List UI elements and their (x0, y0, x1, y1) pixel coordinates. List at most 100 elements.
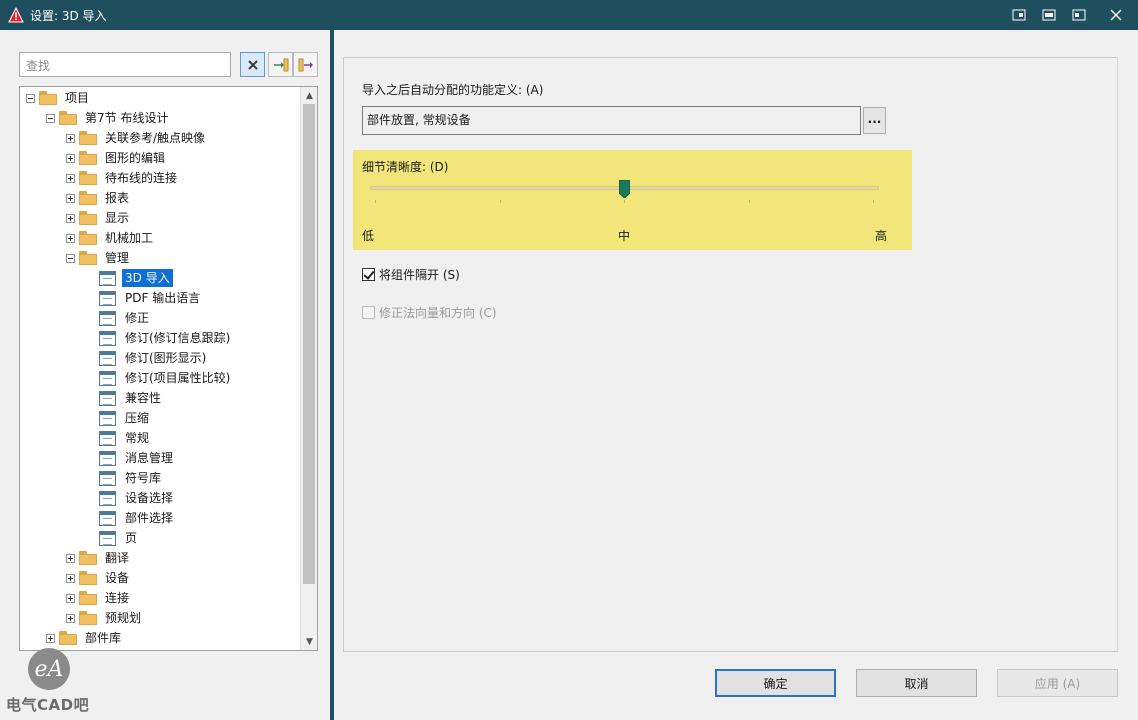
collapse-icon[interactable] (26, 93, 35, 103)
tree-item-label: 3D 导入 (122, 269, 173, 287)
tree-folder-item[interactable]: 设备 (20, 568, 300, 588)
correct-normals-label: 修正法向量和方向 (C) (379, 306, 497, 320)
watermark-text: 电气CAD吧 (6, 696, 90, 714)
tree-item-label: 关联参考/触点映像 (105, 131, 206, 145)
correct-normals-checkbox (362, 306, 375, 319)
separate-components-label: 将组件隔开 (S) (379, 268, 460, 282)
tree-page-item[interactable]: 部件选择 (20, 508, 300, 528)
tree-item-label: 常规 (125, 431, 150, 445)
tree-item-label: 部件库 (85, 631, 122, 645)
tree-folder-item[interactable]: 待布线的连接 (20, 168, 300, 188)
scale-low-label: 低 (362, 229, 375, 243)
restore-icon[interactable] (1004, 0, 1034, 30)
collapse-icon[interactable] (46, 113, 55, 123)
folder-icon (79, 211, 97, 225)
settings-page-icon (99, 370, 116, 386)
settings-group (343, 57, 1118, 652)
scale-mid-label: 中 (618, 229, 631, 243)
separate-components-checkbox[interactable] (362, 268, 375, 281)
expand-icon[interactable] (66, 613, 75, 623)
tree-item-label: 修正 (125, 311, 150, 325)
folder-icon (59, 111, 77, 125)
tree-folder-item[interactable]: 管理 (20, 248, 300, 268)
ok-button[interactable]: 确定 (715, 669, 836, 697)
expand-icon[interactable] (66, 193, 75, 203)
close-icon[interactable] (1094, 0, 1138, 30)
settings-page-icon (99, 510, 116, 526)
detail-level-label: 细节清晰度: (D) (362, 160, 449, 174)
tree-item-label: 修订(修订信息跟踪) (125, 331, 231, 345)
tree-folder-item[interactable]: 报表 (20, 188, 300, 208)
function-definition-field[interactable]: 部件放置, 常规设备 (362, 106, 861, 135)
search-input[interactable]: 查找 (19, 52, 231, 77)
function-definition-label: 导入之后自动分配的功能定义: (A) (362, 83, 544, 97)
minimize-icon[interactable] (1064, 0, 1094, 30)
tree-page-item[interactable]: 压缩 (20, 408, 300, 428)
tree-page-item[interactable]: PDF 输出语言 (20, 288, 300, 308)
tree-item-label: 兼容性 (125, 391, 162, 405)
tree-page-item[interactable]: 符号库 (20, 468, 300, 488)
correct-normals-option: 修正法向量和方向 (C) (362, 304, 497, 321)
tree-page-item[interactable]: 页 (20, 528, 300, 548)
expand-icon[interactable] (66, 153, 75, 163)
tree-page-item[interactable]: 修正 (20, 308, 300, 328)
settings-page-icon (99, 390, 116, 406)
expand-icon[interactable] (66, 233, 75, 243)
browse-button[interactable]: ... (863, 107, 886, 134)
separate-components-option[interactable]: 将组件隔开 (S) (362, 266, 460, 283)
collapse-icon[interactable] (66, 253, 75, 263)
settings-panel: 导入之后自动分配的功能定义: (A) 部件放置, 常规设备 ... 细节清晰度:… (334, 30, 1138, 720)
cancel-button[interactable]: 取消 (856, 669, 977, 697)
expand-icon[interactable] (66, 133, 75, 143)
tree-folder-item[interactable]: 预规划 (20, 608, 300, 628)
tree-page-item[interactable]: 修订(修订信息跟踪) (20, 328, 300, 348)
watermark-logo: eA (28, 648, 70, 690)
tree-folder-item[interactable]: 翻译 (20, 548, 300, 568)
scroll-up-icon[interactable]: ▲ (301, 87, 317, 104)
collapse-all-icon (298, 58, 313, 71)
tree-folder-item[interactable]: 显示 (20, 208, 300, 228)
watermark: eA 电气CAD吧 (6, 648, 96, 720)
tree-page-item[interactable]: 设备选择 (20, 488, 300, 508)
tree-folder-item[interactable]: 项目 (20, 88, 300, 108)
tree-page-item[interactable]: 消息管理 (20, 448, 300, 468)
tree-item-label: 页 (125, 531, 138, 545)
expand-all-button[interactable] (268, 52, 293, 77)
maximize-icon[interactable] (1034, 0, 1064, 30)
expand-icon[interactable] (66, 553, 75, 563)
tree-item-label: 修订(项目属性比较) (125, 371, 231, 385)
tree-page-item[interactable]: 常规 (20, 428, 300, 448)
folder-icon (79, 171, 97, 185)
settings-tree[interactable]: 项目 第7节 布线设计关联参考/触点映像图形的编辑待布线的连接报表 显示 机械加工 管理… (19, 86, 318, 651)
scrollbar-thumb[interactable] (303, 104, 315, 584)
tree-folder-item[interactable]: 部件库 (20, 628, 300, 648)
slider-tick (873, 200, 874, 203)
slider-tick (375, 200, 376, 203)
tree-item-label: 预规划 (105, 611, 142, 625)
tree-scrollbar[interactable]: ▲ ▼ (300, 87, 317, 650)
tree-page-item[interactable]: 3D 导入 (20, 268, 300, 288)
tree-folder-item[interactable]: 图形的编辑 (20, 148, 300, 168)
scroll-down-icon[interactable]: ▼ (301, 633, 317, 650)
warning-triangle-icon (8, 7, 24, 23)
collapse-all-button[interactable] (293, 52, 318, 77)
tree-page-item[interactable]: 修订(项目属性比较) (20, 368, 300, 388)
clear-filter-button[interactable] (240, 52, 265, 77)
expand-all-icon (273, 58, 288, 71)
expand-icon[interactable] (66, 573, 75, 583)
tree-page-item[interactable]: 兼容性 (20, 388, 300, 408)
tree-item-label: 翻译 (105, 551, 130, 565)
tree-item-label: 修订(图形显示) (125, 351, 207, 365)
tree-folder-item[interactable]: 第7节 布线设计 (20, 108, 300, 128)
slider-thumb[interactable] (619, 180, 630, 198)
tree-page-item[interactable]: 修订(图形显示) (20, 348, 300, 368)
expand-icon[interactable] (46, 633, 55, 643)
expand-icon[interactable] (66, 213, 75, 223)
tree-folder-item[interactable]: 连接 (20, 588, 300, 608)
tree-item-label: 待布线的连接 (105, 171, 178, 185)
expand-icon[interactable] (66, 593, 75, 603)
tree-item-label: 符号库 (125, 471, 162, 485)
tree-folder-item[interactable]: 机械加工 (20, 228, 300, 248)
expand-icon[interactable] (66, 173, 75, 183)
tree-folder-item[interactable]: 关联参考/触点映像 (20, 128, 300, 148)
